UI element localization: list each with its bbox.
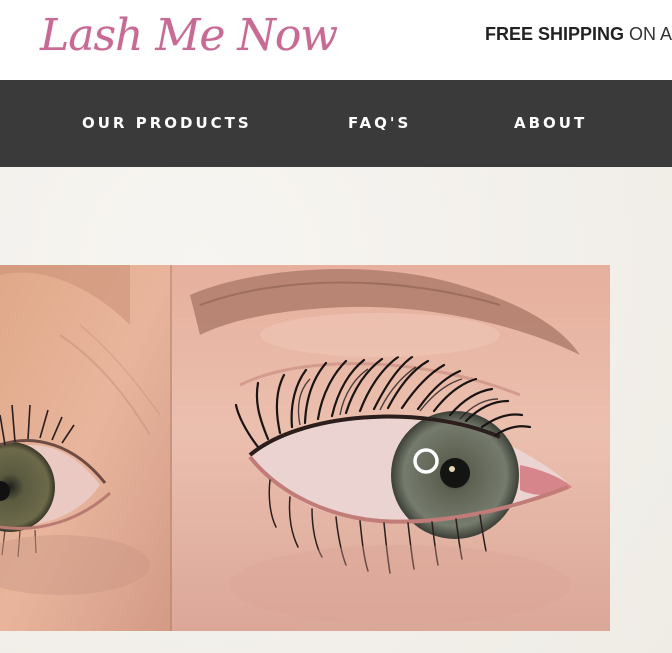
nav-faqs[interactable]: FAQ'S [348, 80, 411, 167]
site-header: Lash Me Now FREE SHIPPING ON AL [0, 0, 672, 80]
nav-about[interactable]: ABOUT [514, 80, 587, 167]
logo-text: Lash Me Now [40, 9, 338, 61]
logo-link[interactable]: Lash Me Now [40, 2, 338, 68]
nav-our-products[interactable]: OUR PRODUCTS [82, 80, 252, 167]
main-nav: OUR PRODUCTS FAQ'S ABOUT [0, 80, 672, 167]
hero-section [0, 167, 672, 653]
shipping-banner: FREE SHIPPING ON AL [485, 24, 672, 45]
shipping-rest-text: ON AL [629, 24, 672, 44]
before-after-lash-photo [0, 265, 610, 631]
page: Lash Me Now FREE SHIPPING ON AL OUR PROD… [0, 0, 672, 653]
shipping-bold-text: FREE SHIPPING [485, 24, 625, 44]
